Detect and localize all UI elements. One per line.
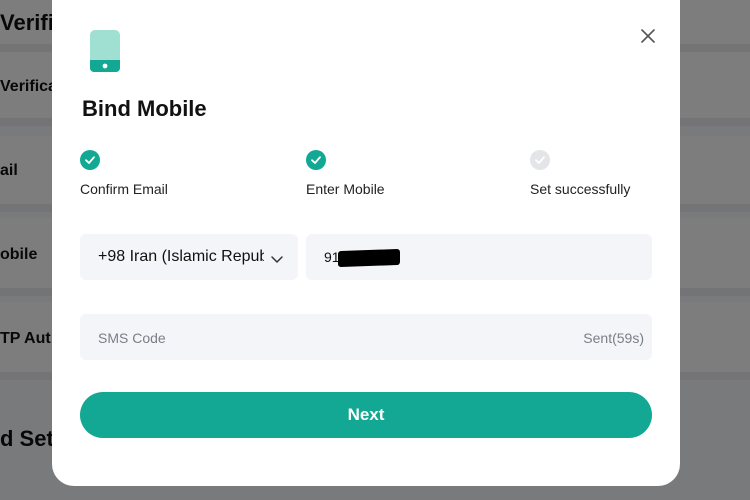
close-icon[interactable] [638, 26, 658, 46]
check-circle-icon [530, 150, 550, 170]
sms-code-placeholder: SMS Code [98, 330, 166, 346]
step-set-successfully: Set successfully [530, 150, 630, 197]
redaction-mark [338, 248, 400, 268]
modal-title: Bind Mobile [82, 96, 207, 121]
next-button[interactable]: Next [80, 392, 652, 438]
sms-code-input[interactable]: SMS Code Sent(59s) [80, 314, 652, 360]
bind-mobile-modal: Bind Mobile Confirm Email Enter Mobile S… [52, 0, 680, 486]
mobile-number-input[interactable]: 91 [306, 234, 652, 280]
step-enter-mobile: Enter Mobile [306, 150, 385, 197]
step-label: Set successfully [530, 181, 631, 197]
check-circle-icon [306, 150, 326, 170]
check-circle-icon [80, 150, 100, 170]
step-label: Confirm Email [80, 181, 168, 197]
country-code-select[interactable]: +98 Iran (Islamic Republic of) [80, 234, 298, 280]
mobile-phone-icon [90, 30, 120, 72]
step-label: Enter Mobile [306, 181, 385, 197]
sms-resend-countdown: Sent(59s) [583, 330, 644, 346]
step-confirm-email: Confirm Email [80, 150, 168, 197]
chevron-down-icon [270, 252, 284, 270]
country-code-value: +98 Iran (Islamic Republic of) [98, 248, 264, 265]
